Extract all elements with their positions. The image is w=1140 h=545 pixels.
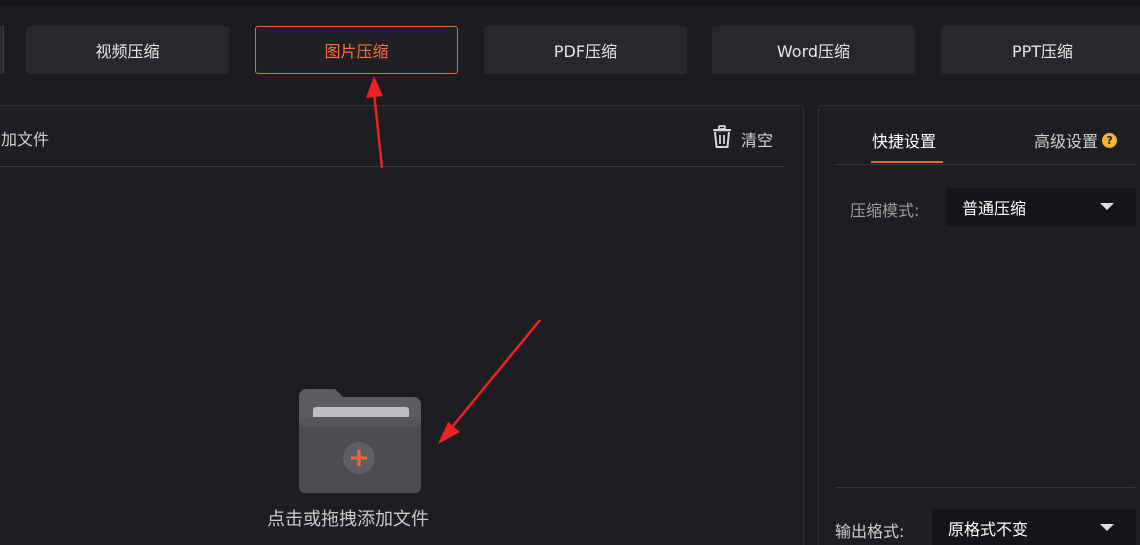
- tab-video-compress[interactable]: 视频压缩: [26, 26, 229, 74]
- app-window: 视频压缩 图片压缩 PDF压缩 Word压缩 PPT压缩 加文件 清空 点击或拖…: [0, 0, 1140, 545]
- add-file-button[interactable]: 加文件: [1, 126, 49, 150]
- settings-panel: 快捷设置 高级设置 ? 压缩模式: 普通压缩 输出格式: 原格式不变: [818, 105, 1140, 545]
- compression-tab-bar: 视频压缩 图片压缩 PDF压缩 Word压缩 PPT压缩: [0, 6, 1140, 92]
- tab-pdf-compress[interactable]: PDF压缩: [484, 26, 687, 74]
- caret-down-icon: [1100, 203, 1114, 210]
- compress-mode-select[interactable]: 普通压缩: [946, 188, 1136, 226]
- tab-word-compress[interactable]: Word压缩: [712, 26, 915, 74]
- compress-mode-label: 压缩模式:: [850, 201, 920, 220]
- settings-bottom-divider: [835, 487, 1135, 488]
- output-format-select[interactable]: 原格式不变: [932, 509, 1136, 545]
- tab-quick-settings[interactable]: 快捷设置: [872, 128, 936, 152]
- clear-label: 清空: [741, 131, 774, 150]
- tab-bar-edge: [0, 26, 4, 74]
- advanced-settings-label: 高级设置: [1034, 132, 1099, 151]
- caret-down-icon: [1100, 524, 1114, 531]
- file-panel-header: 加文件 清空: [0, 106, 785, 167]
- output-format-label: 输出格式:: [835, 522, 905, 541]
- trash-icon: [711, 125, 733, 153]
- active-tab-indicator: [871, 161, 943, 163]
- question-icon[interactable]: ?: [1102, 132, 1118, 148]
- tab-ppt-compress[interactable]: PPT压缩: [941, 26, 1140, 74]
- tab-image-compress[interactable]: 图片压缩: [255, 26, 458, 74]
- settings-tab-divider: [835, 164, 1135, 165]
- tab-advanced-settings[interactable]: 高级设置 ?: [1034, 128, 1118, 152]
- file-drop-zone[interactable]: 点击或拖拽添加文件: [255, 381, 475, 541]
- compress-mode-value: 普通压缩: [962, 199, 1027, 218]
- clear-button[interactable]: 清空: [711, 125, 773, 153]
- drop-zone-text: 点击或拖拽添加文件: [267, 509, 429, 530]
- folder-add-icon: [295, 385, 425, 493]
- output-format-value: 原格式不变: [948, 520, 1029, 539]
- file-panel: 加文件 清空 点击或拖拽添加文件: [0, 105, 804, 545]
